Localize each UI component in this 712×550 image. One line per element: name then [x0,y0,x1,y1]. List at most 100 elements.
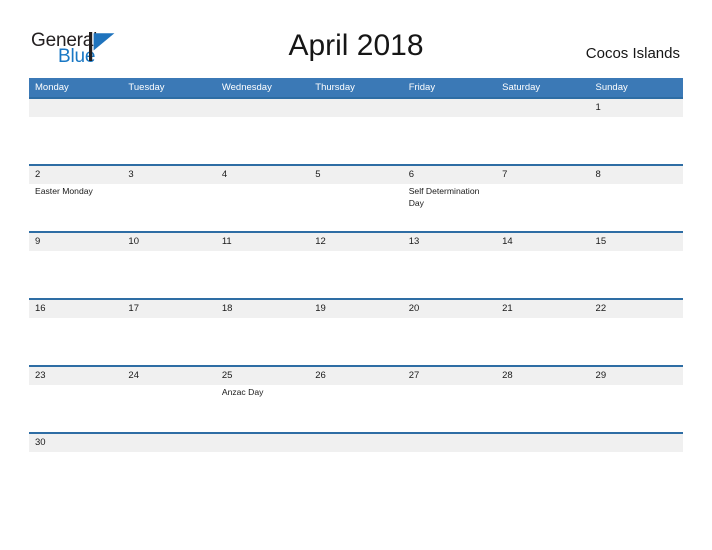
calendar-day-cell[interactable]: 8 [590,166,683,231]
calendar-day-cell[interactable]: 13 [403,233,496,298]
day-number: 22 [595,303,607,314]
calendar-week-inner: 1 [29,99,683,164]
day-events [409,452,496,454]
calendar-day-cell[interactable]: 28 [496,367,589,432]
day-events [596,452,683,454]
day-events [128,318,215,320]
calendar-day-cell[interactable]: 7 [496,166,589,231]
calendar-day-cell[interactable]: 24 [122,367,215,432]
day-events [222,251,309,253]
day-events [222,184,309,186]
calendar-day-cell[interactable]: 4 [216,166,309,231]
day-events [128,251,215,253]
day-number [222,434,309,452]
day-number: 4 [221,169,228,180]
calendar-week-row: 30 [29,432,683,454]
day-events [596,385,683,387]
day-number [222,99,309,117]
calendar-day-cell[interactable] [216,99,309,164]
calendar-day-cell[interactable]: 29 [590,367,683,432]
calendar-day-cell[interactable]: 16 [29,300,122,365]
calendar-day-cell[interactable] [403,434,496,454]
calendar-day-cell[interactable]: 26 [309,367,402,432]
calendar-day-cell[interactable]: 11 [216,233,309,298]
day-number: 2 [35,169,41,180]
calendar-day-cell[interactable]: 22 [590,300,683,365]
day-events [596,117,683,119]
day-events [128,184,215,186]
calendar-day-cell[interactable] [309,434,402,454]
calendar-day-cell[interactable]: 21 [496,300,589,365]
calendar-week-row: 9 10 11 12 13 14 15 [29,231,683,298]
calendar-day-cell[interactable]: 23 [29,367,122,432]
day-number: 14 [502,236,513,247]
day-events [222,318,309,320]
calendar-day-cell[interactable]: 15 [590,233,683,298]
calendar-day-cell[interactable]: 14 [496,233,589,298]
day-number [502,99,589,117]
calendar-day-cell[interactable] [496,434,589,454]
calendar-day-cell[interactable]: 17 [122,300,215,365]
location-label: Cocos Islands [585,45,680,62]
day-number: 20 [408,303,420,314]
calendar-day-cell[interactable]: 5 [309,166,402,231]
day-events [128,385,215,387]
weekday-header-thursday: Thursday [315,82,355,93]
day-number: 19 [315,303,326,314]
day-events [502,184,589,186]
day-events [409,117,496,119]
calendar-day-cell[interactable]: 25 Anzac Day [216,367,309,432]
day-number: 24 [128,370,139,381]
calendar-week-inner: 16 17 18 19 20 21 22 [29,300,683,365]
day-events [409,251,496,253]
calendar-day-cell[interactable] [29,99,122,164]
page-header: General Blue April 2018 Cocos Islands [0,0,712,76]
calendar-day-cell[interactable]: 18 [216,300,309,365]
calendar-day-cell[interactable]: 1 [590,99,683,164]
calendar-day-cell[interactable] [122,99,215,164]
day-number: 25 [221,370,233,381]
calendar-week-row: 2 Easter Monday 3 4 5 6 Self Determination Day… [29,164,683,231]
calendar-day-cell[interactable]: 6 Self Determination Day [403,166,496,231]
calendar-day-cell[interactable]: 20 [403,300,496,365]
day-number [315,434,402,452]
calendar-day-cell[interactable] [122,434,215,454]
calendar-day-cell[interactable] [216,434,309,454]
day-events [35,452,122,454]
day-events [315,117,402,119]
calendar-day-cell[interactable]: 3 [122,166,215,231]
day-number: 15 [595,236,607,247]
calendar-day-cell[interactable] [309,99,402,164]
day-events [502,251,589,253]
calendar-day-cell[interactable]: 2 Easter Monday [29,166,122,231]
calendar-day-cell[interactable] [590,434,683,454]
day-events [35,318,122,320]
calendar-day-cell[interactable]: 27 [403,367,496,432]
day-number [128,434,215,452]
day-events [35,117,122,119]
calendar-day-cell[interactable]: 30 [29,434,122,454]
calendar-day-cell[interactable]: 12 [309,233,402,298]
day-events [35,251,122,253]
day-events: Self Determination Day [409,184,496,209]
calendar-day-cell[interactable]: 19 [309,300,402,365]
day-events [502,385,589,387]
calendar-day-cell[interactable] [403,99,496,164]
holiday-event: Easter Monday [35,186,93,196]
day-number: 23 [35,370,46,381]
day-number: 21 [502,303,513,314]
calendar-week-inner: 2 Easter Monday 3 4 5 6 Self Determination Day… [29,166,683,231]
day-events [596,318,683,320]
day-events [128,117,215,119]
calendar-day-cell[interactable]: 9 [29,233,122,298]
day-events [222,117,309,119]
weekday-header-saturday: Saturday [502,82,541,93]
day-events [128,452,215,454]
weekday-header-wednesday: Wednesday [221,82,272,93]
day-number: 12 [315,236,326,247]
calendar-week-inner: 9 10 11 12 13 14 15 [29,233,683,298]
weekday-header-row: Monday Tuesday Wednesday Thursday Friday… [29,78,683,97]
calendar-day-cell[interactable]: 10 [122,233,215,298]
calendar-day-cell[interactable] [496,99,589,164]
day-number: 28 [502,370,513,381]
